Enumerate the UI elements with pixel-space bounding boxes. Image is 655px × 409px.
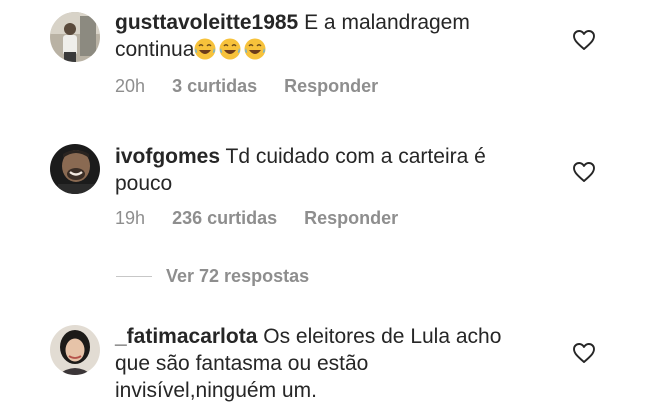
reply-button[interactable]: Responder: [284, 76, 378, 96]
reply-button[interactable]: Responder: [304, 208, 398, 228]
view-replies-button[interactable]: Ver 72 respostas: [116, 264, 309, 288]
comment-username[interactable]: gusttavoleitte1985: [115, 11, 298, 34]
emoji-group: [194, 38, 269, 61]
view-replies-label: Ver 72 respostas: [166, 265, 310, 286]
heart-outline-icon[interactable]: [572, 342, 596, 364]
comment-text: Td cuidado com a carteira é: [225, 145, 486, 168]
divider-line: [116, 275, 152, 277]
face-with-tears-of-joy-icon: [244, 38, 266, 60]
comment-body: _fatimacarlota Os eleitores de Lula acho…: [115, 323, 555, 404]
comment-username[interactable]: ivofgomes: [115, 145, 220, 168]
comment-likes-count[interactable]: 236 curtidas: [172, 208, 277, 228]
comment-body: ivofgomes Td cuidado com a carteira é po…: [115, 143, 555, 197]
comment-timestamp: 20h: [115, 76, 146, 96]
comment-meta: 19h 236 curtidas Responder: [115, 208, 420, 229]
face-with-tears-of-joy-icon: [219, 38, 241, 60]
comment-text-continued: que são fantasma ou estão: [115, 352, 369, 375]
face-with-tears-of-joy-icon: [194, 38, 216, 60]
heart-outline-icon[interactable]: [572, 161, 596, 183]
avatar[interactable]: [50, 12, 100, 62]
comment-body: gusttavoleitte1985 E a malandragem conti…: [115, 9, 555, 63]
comment-text-continued: invisível,ninguém um.: [115, 379, 317, 402]
comment-username[interactable]: _fatimacarlota: [115, 325, 257, 348]
heart-outline-icon[interactable]: [572, 29, 596, 51]
avatar[interactable]: [50, 325, 100, 375]
avatar[interactable]: [50, 144, 100, 194]
comment-timestamp: 19h: [115, 208, 146, 228]
comment-meta: 20h 3 curtidas Responder: [115, 76, 400, 97]
comment-text: E a malandragem: [304, 11, 470, 34]
comment-text: Os eleitores de Lula acho: [263, 325, 502, 348]
comment-text-continued: continua: [115, 38, 195, 61]
comment-likes-count[interactable]: 3 curtidas: [172, 76, 257, 96]
comment-text-continued: pouco: [115, 172, 173, 195]
